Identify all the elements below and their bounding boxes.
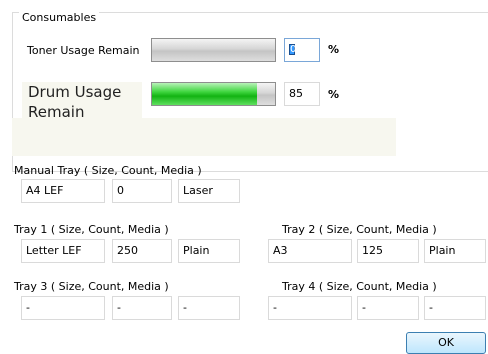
tray3-media-field[interactable]: - (178, 296, 240, 320)
tray1-count-field[interactable]: 250 (112, 239, 172, 263)
tray3-title: Tray 3 ( Size, Count, Media ) (14, 280, 169, 293)
toner-usage-value: 0 (290, 44, 297, 55)
drum-usage-value-field[interactable]: 85 (284, 82, 320, 106)
tray4-count-field[interactable]: - (357, 296, 419, 320)
toner-usage-label: Toner Usage Remain (27, 44, 140, 57)
toner-percent-unit: % (328, 43, 340, 56)
drum-usage-bar (151, 82, 276, 106)
tray2-count-field[interactable]: 125 (357, 239, 419, 263)
consumables-group-title: Consumables (19, 11, 100, 25)
manual-tray-title: Manual Tray ( Size, Count, Media ) (14, 164, 202, 177)
tray2-title: Tray 2 ( Size, Count, Media ) (282, 223, 437, 236)
drum-usage-label: Drum Usage Remain (22, 82, 142, 122)
tray4-media-field[interactable]: - (424, 296, 486, 320)
toner-usage-bar (151, 38, 276, 62)
tray4-size-field[interactable]: - (268, 296, 352, 320)
manual-tray-media-field[interactable]: Laser (178, 179, 240, 203)
tray2-media-field[interactable]: Plain (424, 239, 486, 263)
drum-percent-unit: % (328, 88, 340, 101)
tray4-title: Tray 4 ( Size, Count, Media ) (282, 280, 437, 293)
tray1-media-field[interactable]: Plain (178, 239, 240, 263)
tray3-size-field[interactable]: - (21, 296, 105, 320)
tray1-title: Tray 1 ( Size, Count, Media ) (14, 223, 169, 236)
drum-usage-bar-fill (152, 83, 257, 105)
tray3-count-field[interactable]: - (112, 296, 172, 320)
manual-tray-count-field[interactable]: 0 (112, 179, 172, 203)
manual-tray-size-field[interactable]: A4 LEF (21, 179, 105, 203)
tray1-size-field[interactable]: Letter LEF (21, 239, 105, 263)
toner-usage-value-field[interactable]: 0 (284, 38, 320, 62)
tray2-size-field[interactable]: A3 (268, 239, 352, 263)
info-panel (12, 118, 396, 156)
